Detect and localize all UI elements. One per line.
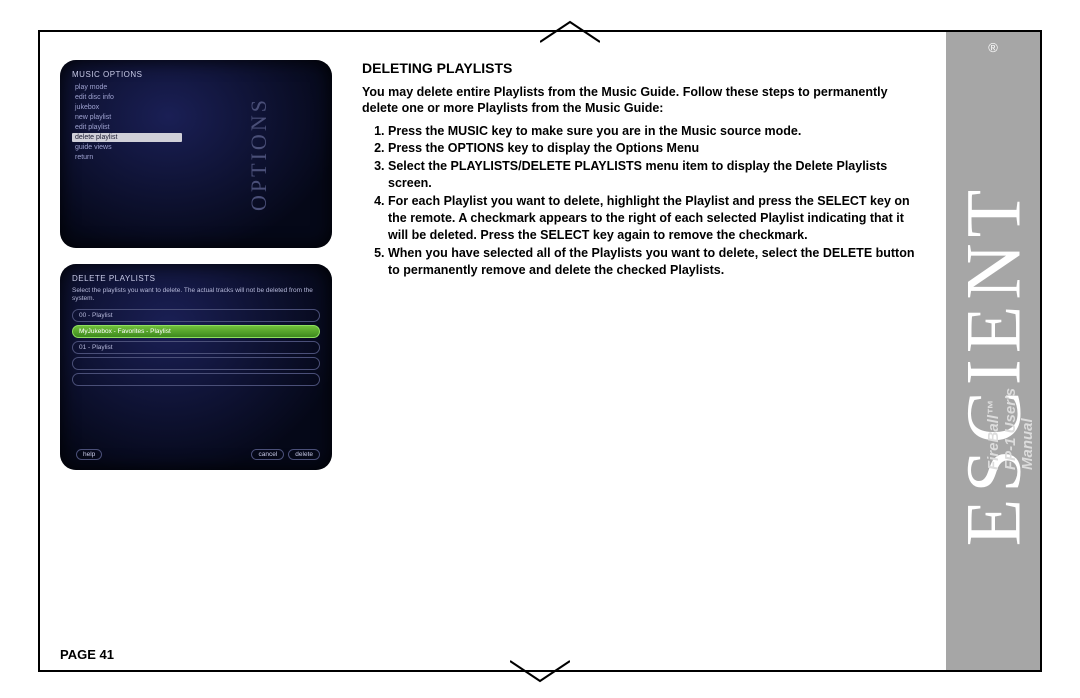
step-item: Press the MUSIC key to make sure you are…	[388, 123, 926, 140]
delete-screen-subtitle: Select the playlists you want to delete.…	[72, 287, 320, 303]
options-menu-item[interactable]: return	[72, 153, 182, 162]
options-menu-item[interactable]: play mode	[72, 83, 182, 92]
playlist-row[interactable]	[72, 357, 320, 370]
section-title: DELETING PLAYLISTS	[362, 60, 926, 76]
manual-label: FireBall™ FP-1 User's Manual	[985, 380, 1036, 470]
options-screen-header: MUSIC OPTIONS	[72, 70, 320, 79]
playlist-row[interactable]: MyJukebox - Favorites - Playlist	[72, 325, 320, 338]
delete-playlists-screen: DELETE PLAYLISTS Select the playlists yo…	[60, 264, 332, 470]
step-item: Select the PLAYLISTS/DELETE PLAYLISTS me…	[388, 158, 926, 192]
screenshots-column: MUSIC OPTIONS play modeedit disc infojuk…	[60, 60, 350, 486]
cancel-button[interactable]: cancel	[251, 449, 284, 460]
intro-paragraph: You may delete entire Playlists from the…	[362, 84, 926, 117]
step-item: For each Playlist you want to delete, hi…	[388, 193, 926, 244]
content-area: MUSIC OPTIONS play modeedit disc infojuk…	[40, 32, 946, 670]
options-side-label: OPTIONS	[246, 97, 272, 211]
options-menu-item[interactable]: edit playlist	[72, 123, 182, 132]
delete-button[interactable]: delete	[288, 449, 320, 460]
playlist-row[interactable]: 01 - Playlist	[72, 341, 320, 354]
steps-list: Press the MUSIC key to make sure you are…	[362, 123, 926, 279]
help-button[interactable]: help	[76, 449, 102, 460]
delete-screen-header: DELETE PLAYLISTS	[72, 274, 320, 283]
options-screen: MUSIC OPTIONS play modeedit disc infojuk…	[60, 60, 332, 248]
page-number: PAGE 41	[60, 647, 114, 662]
registered-mark: ®	[988, 40, 998, 55]
page-frame: ® ESCIENT FireBall™ FP-1 User's Manual M…	[38, 30, 1042, 672]
instructions-column: DELETING PLAYLISTS You may delete entire…	[350, 60, 926, 486]
brand-panel: ® ESCIENT FireBall™ FP-1 User's Manual	[946, 32, 1040, 670]
brand-name: ESCIENT	[946, 60, 1040, 670]
options-menu-item[interactable]: guide views	[72, 143, 182, 152]
options-menu-item[interactable]: jukebox	[72, 103, 182, 112]
playlist-row[interactable]: 00 - Playlist	[72, 309, 320, 322]
options-menu-item[interactable]: edit disc info	[72, 93, 182, 102]
options-menu-item[interactable]: new playlist	[72, 113, 182, 122]
playlist-row[interactable]	[72, 373, 320, 386]
step-item: Press the OPTIONS key to display the Opt…	[388, 140, 926, 157]
options-menu-item[interactable]: delete playlist	[72, 133, 182, 142]
step-item: When you have selected all of the Playli…	[388, 245, 926, 279]
